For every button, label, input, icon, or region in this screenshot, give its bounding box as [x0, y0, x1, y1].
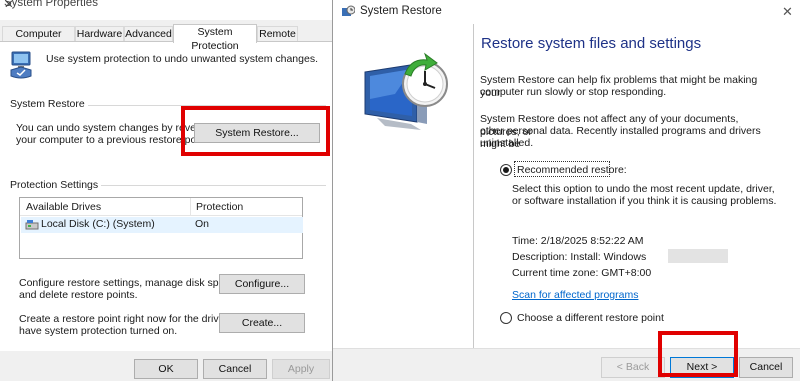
wizard-content: Restore system files and settings System…	[474, 24, 800, 348]
next-button[interactable]: Next >	[670, 357, 734, 378]
system-restore-button[interactable]: System Restore...	[194, 123, 320, 143]
tab-system-protection[interactable]: System Protection	[173, 24, 257, 52]
tab-advanced[interactable]: Advanced	[124, 26, 173, 42]
tab-computer-name[interactable]: Computer Name	[2, 26, 75, 54]
cancel-button[interactable]: Cancel	[203, 359, 267, 379]
table-row[interactable]: Local Disk (C:) (System) On	[21, 217, 303, 233]
scan-affected-programs-link[interactable]: Scan for affected programs	[512, 289, 638, 301]
restore-description-line2: your computer to a previous restore poin…	[16, 134, 211, 146]
recommended-restore-radio[interactable]	[500, 164, 512, 176]
create-text-line2: have system protection turned on.	[19, 325, 178, 337]
ok-button[interactable]: OK	[134, 359, 198, 379]
drive-name: Local Disk (C:) (System)	[41, 218, 155, 230]
restore-timezone: Current time zone: GMT+8:00	[512, 267, 652, 279]
restore-description: Description: Install: Windows	[512, 251, 647, 263]
cancel-button[interactable]: Cancel	[739, 357, 793, 378]
column-available-drives[interactable]: Available Drives	[26, 201, 101, 213]
system-protection-panel: Use system protection to undo unwanted s…	[0, 41, 332, 351]
configure-button[interactable]: Configure...	[219, 274, 305, 294]
different-restore-point-radio[interactable]	[500, 312, 512, 324]
redacted-area	[668, 249, 728, 263]
system-restore-title: System Restore	[360, 5, 442, 17]
configure-text-line2: and delete restore points.	[19, 289, 138, 301]
system-restore-titlebar: System Restore ✕	[333, 0, 800, 24]
drive-protection-status: On	[195, 218, 210, 230]
close-icon[interactable]: ✕	[4, 0, 14, 11]
recommended-desc-line2: or software installation if you think it…	[512, 195, 777, 207]
system-restore-window: System Restore ✕ Restore system files an…	[332, 0, 800, 381]
wizard-side-panel	[333, 24, 474, 348]
drives-list[interactable]: Available Drives Protection Local Disk (…	[19, 197, 303, 259]
tab-strip: Computer Name Hardware Advanced System P…	[0, 24, 332, 54]
system-properties-title: System Properties	[4, 0, 98, 9]
system-restore-title-icon	[341, 5, 356, 19]
drive-icon	[25, 220, 39, 230]
shield-computer-icon	[9, 50, 33, 80]
column-protection[interactable]: Protection	[196, 201, 243, 213]
wizard-footer: < Back Next > Cancel	[333, 348, 800, 381]
different-restore-point-label[interactable]: Choose a different restore point	[517, 312, 664, 325]
column-separator	[190, 198, 191, 216]
close-icon[interactable]: ✕	[782, 4, 793, 20]
restore-time: Time: 2/18/2025 8:52:22 AM	[512, 235, 644, 247]
recommended-restore-label[interactable]: Recommended restore:	[517, 164, 627, 177]
system-properties-footer: OK Cancel Apply	[0, 351, 332, 381]
back-button[interactable]: < Back	[601, 357, 665, 378]
drives-list-header: Available Drives Protection	[20, 198, 302, 216]
system-restore-group-label: System Restore	[10, 98, 88, 110]
create-button[interactable]: Create...	[219, 313, 305, 333]
intro-text: Use system protection to undo unwanted s…	[46, 53, 318, 65]
apply-button[interactable]: Apply	[272, 359, 330, 379]
system-properties-titlebar: System Properties ✕	[0, 0, 332, 20]
tab-remote[interactable]: Remote	[257, 26, 298, 42]
protection-settings-group-label: Protection Settings	[10, 179, 102, 191]
system-restore-clock-icon	[355, 44, 455, 144]
intro-para-line2: computer run slowly or stop responding.	[480, 86, 667, 98]
info-para-line3: uninstalled.	[480, 137, 534, 149]
tab-hardware[interactable]: Hardware	[75, 26, 124, 42]
page-title: Restore system files and settings	[481, 35, 702, 52]
system-properties-window: System Properties ✕ Computer Name Hardwa…	[0, 0, 332, 381]
recommended-desc-line1: Select this option to undo the most rece…	[512, 183, 775, 195]
